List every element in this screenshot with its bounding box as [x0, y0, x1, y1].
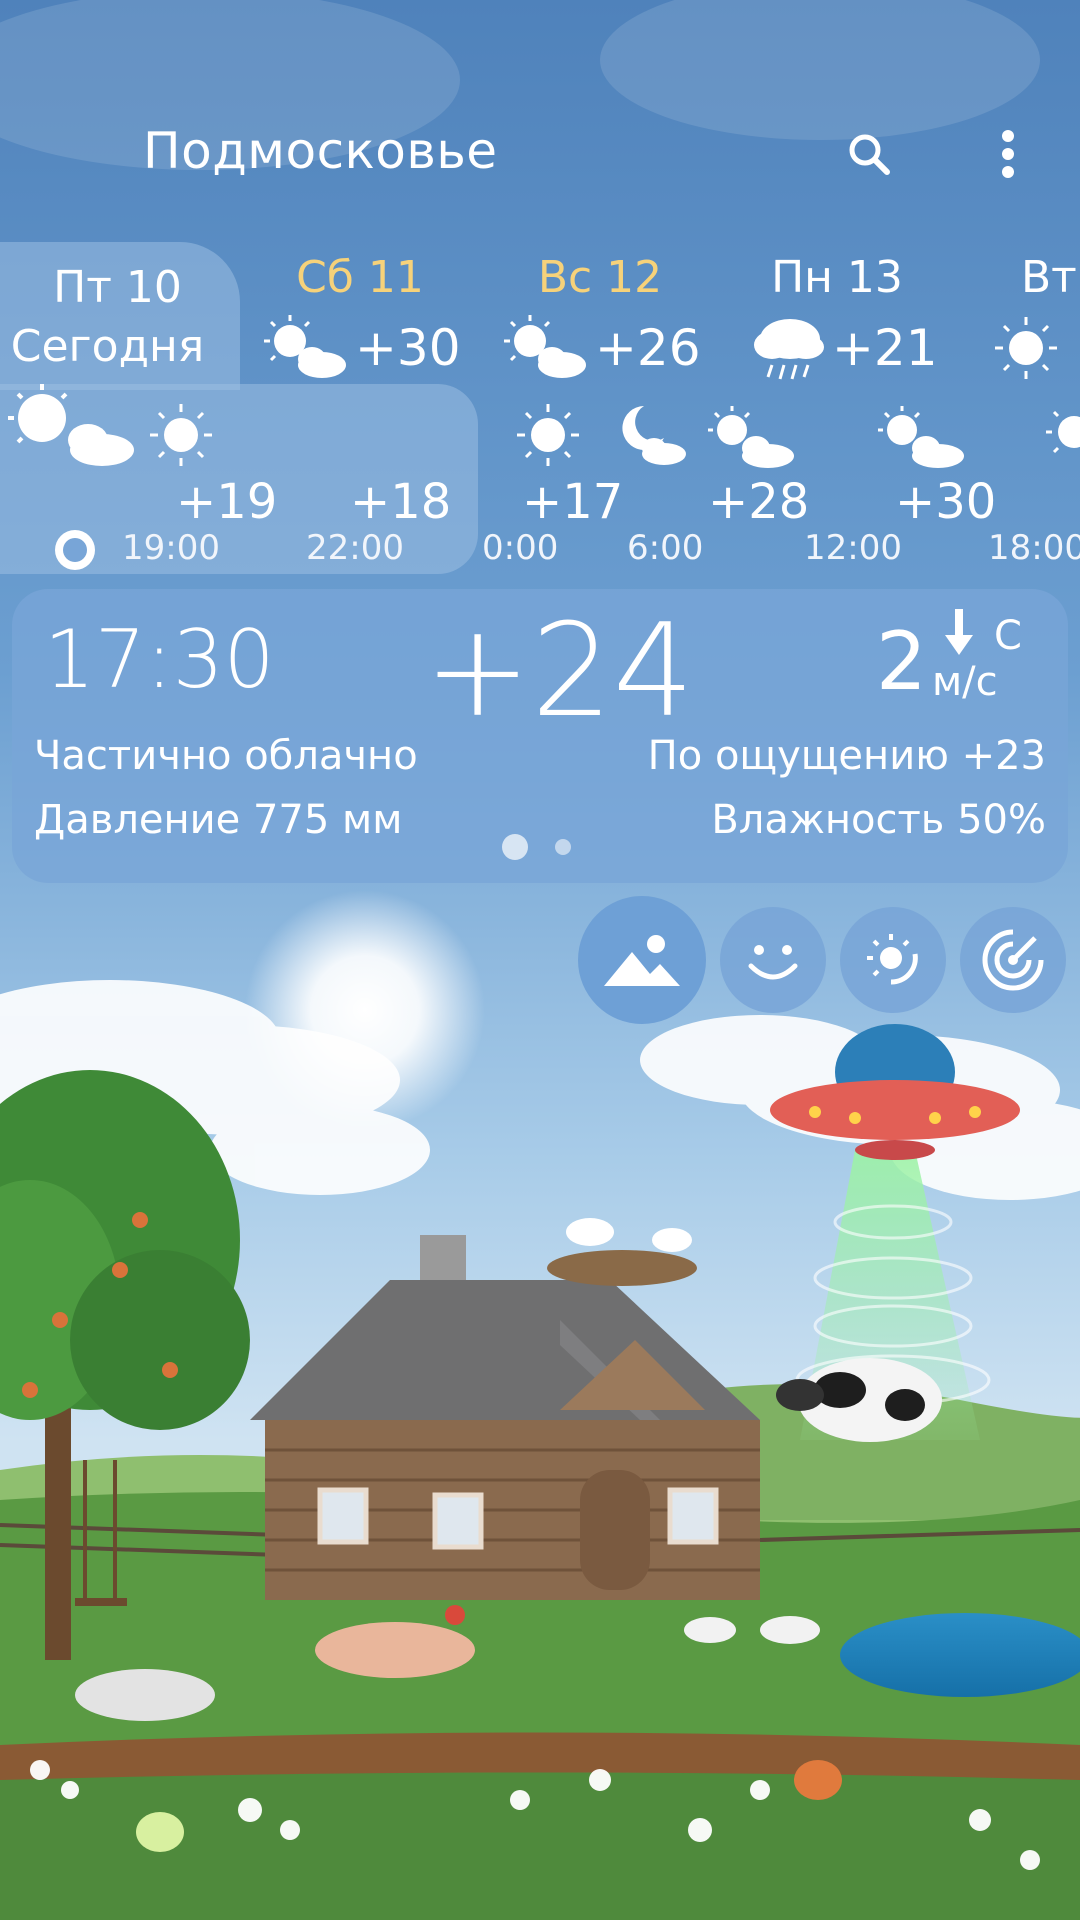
- rain-cloud-icon: [754, 319, 824, 380]
- hour-time: 0:00: [482, 528, 559, 568]
- location-title[interactable]: Подмосковье: [143, 122, 498, 180]
- day-item-saturday[interactable]: Сб 11 +30: [245, 252, 475, 383]
- humidity-text: Влажность 50%: [711, 797, 1046, 843]
- overflow-menu-button[interactable]: [968, 114, 1048, 194]
- more-vert-icon: [1002, 130, 1014, 178]
- landscape-mode-button[interactable]: [578, 896, 706, 1024]
- butterfly: [794, 1760, 842, 1800]
- sleeping-cat: [75, 1669, 215, 1721]
- sun-cycle-mode-button[interactable]: [840, 907, 946, 1013]
- sun-cloud-icon: [708, 406, 794, 468]
- wind-direction: С: [994, 613, 1022, 659]
- sun-icon: [150, 404, 212, 466]
- day-temp: +30: [355, 319, 461, 377]
- page-indicator-dot-active[interactable]: [502, 834, 528, 860]
- day-temp: +21: [832, 319, 938, 377]
- day-label: Вс 12: [537, 252, 663, 303]
- wind-unit: м/с: [932, 659, 998, 705]
- butterfly: [136, 1812, 184, 1852]
- hour-time: 12:00: [804, 528, 902, 568]
- landscape-icon: [604, 935, 680, 986]
- day-label: Пт 10: [53, 262, 182, 313]
- day-label: Пн 13: [771, 252, 903, 303]
- day-sublabel: Сегодня: [10, 321, 205, 372]
- condition-text: Частично облачно: [34, 733, 418, 779]
- wind-speed: 2: [876, 615, 927, 708]
- sunbathing-man: [315, 1622, 475, 1678]
- page-indicator-dot[interactable]: [555, 839, 571, 855]
- hour-time: 19:00: [122, 528, 220, 568]
- pond: [840, 1613, 1080, 1697]
- day-item-tuesday[interactable]: Вт: [985, 252, 1080, 383]
- current-time-marker-icon: [55, 530, 95, 570]
- hour-time: 18:00: [988, 528, 1080, 568]
- hour-temp: +30: [895, 474, 997, 530]
- day-label: Вт: [1021, 252, 1077, 303]
- hour-time: 6:00: [627, 528, 704, 568]
- wind-direction-arrow-icon: [945, 609, 973, 655]
- sun-cloud-icon: [504, 315, 586, 378]
- hour-time: 22:00: [306, 528, 404, 568]
- day-item-today[interactable]: Пт 10 Сегодня: [0, 262, 235, 372]
- search-icon: [849, 134, 890, 175]
- feels-like-text: По ощущению +23: [647, 733, 1046, 779]
- hour-temp: +28: [708, 474, 810, 530]
- hour-temp: +19: [176, 474, 278, 530]
- radar-mode-button[interactable]: [960, 907, 1066, 1013]
- hour-temp: +18: [350, 474, 452, 530]
- current-temperature: +24: [424, 597, 695, 746]
- radar-icon: [982, 929, 1044, 991]
- sun-cloud-icon: [264, 315, 346, 378]
- hour-temp: +17: [522, 474, 624, 530]
- sun-icon: [995, 317, 1057, 379]
- day-temp: +26: [595, 319, 701, 377]
- search-button[interactable]: [829, 114, 909, 194]
- day-item-monday[interactable]: Пн 13 +21: [722, 252, 952, 383]
- sun-icon: [1046, 410, 1080, 454]
- sun-cloud-icon: [8, 384, 134, 466]
- observation-time: 17:30: [44, 613, 275, 706]
- day-item-sunday[interactable]: Вс 12 +26: [485, 252, 715, 383]
- sun-icon: [517, 404, 579, 466]
- sun-cycle-icon: [867, 934, 918, 985]
- pressure-text: Давление 775 мм: [34, 797, 403, 843]
- moon-cloud-icon: [622, 406, 686, 465]
- app-bar: Подмосковье: [0, 0, 1080, 240]
- emotion-mode-button[interactable]: [720, 907, 826, 1013]
- smile-icon: [748, 945, 798, 980]
- current-conditions-card[interactable]: 17:30 +24 2 С м/с Частично облачно По ощ…: [12, 589, 1068, 883]
- day-label: Сб 11: [296, 252, 424, 303]
- sun-cloud-icon: [878, 406, 964, 468]
